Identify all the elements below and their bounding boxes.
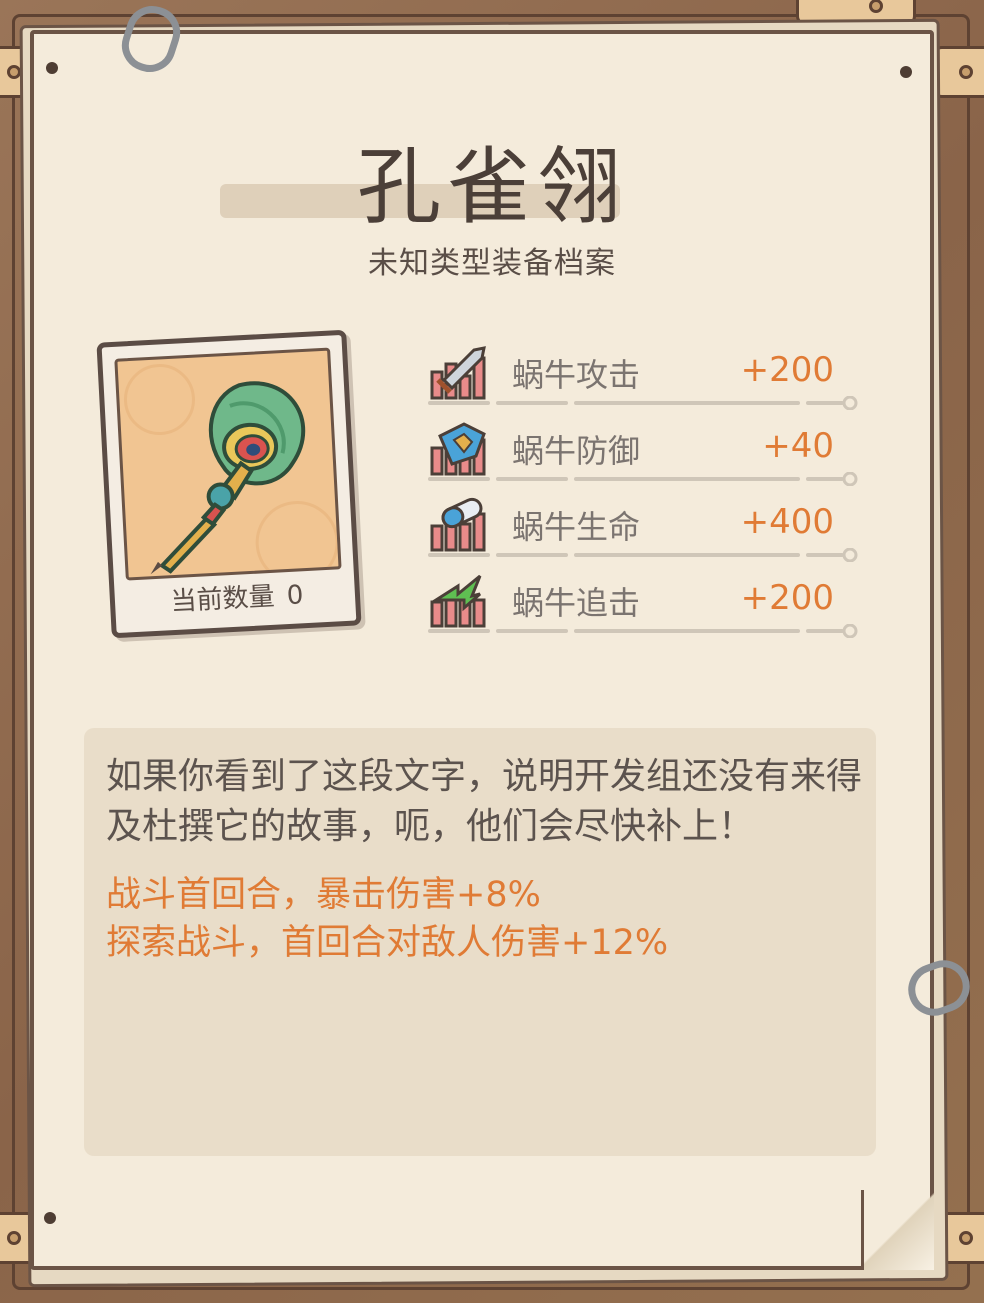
item-art: [114, 347, 342, 581]
item-card[interactable]: 当前数量 0: [96, 329, 362, 639]
stat-divider: [428, 396, 858, 410]
stat-value-attack: +200: [740, 350, 834, 390]
stat-label-defense: 蜗牛防御: [512, 432, 641, 470]
item-title: 孔雀翎: [356, 138, 627, 236]
sword-bar-icon: [430, 346, 486, 400]
stat-label-health: 蜗牛生命: [512, 508, 641, 546]
stat-divider: [428, 472, 858, 486]
pill-bar-icon: [430, 497, 486, 552]
count-label: 当前数量: [169, 581, 276, 618]
effect-line-2: 探索战斗，首回合对敌人伤害+12%: [106, 923, 669, 963]
item-subtitle: 未知类型装备档案: [368, 246, 616, 281]
description-text: 如果你看到了这段文字，说明开发组还没有来得及杜撰它的故事，呃，他们会尽快补上！: [106, 756, 863, 847]
stat-row-health: 蜗牛生命 +400: [428, 494, 868, 564]
peacock-feather-staff-icon: [123, 364, 339, 581]
stat-label-attack: 蜗牛攻击: [512, 356, 641, 394]
lightning-bar-icon: [430, 574, 486, 628]
stat-value-defense: +40: [762, 426, 834, 466]
count-value: 0: [286, 580, 305, 612]
stat-divider: [428, 548, 858, 562]
pin-top-left: [46, 62, 58, 74]
pin-top-right: [900, 66, 912, 78]
stat-value-pursuit: +200: [740, 578, 834, 618]
stat-row-defense: 蜗牛防御 +40: [428, 418, 868, 488]
stat-row-pursuit: 蜗牛追击 +200: [428, 570, 868, 640]
stat-label-pursuit: 蜗牛追击: [512, 584, 641, 622]
pin-bottom-left: [44, 1212, 56, 1224]
stat-value-health: +400: [740, 502, 834, 542]
stat-row-attack: 蜗牛攻击 +200: [428, 342, 868, 412]
stat-divider: [428, 624, 858, 638]
effect-line-1: 战斗首回合，暴击伤害+8%: [106, 875, 541, 915]
shield-bar-icon: [430, 422, 486, 476]
